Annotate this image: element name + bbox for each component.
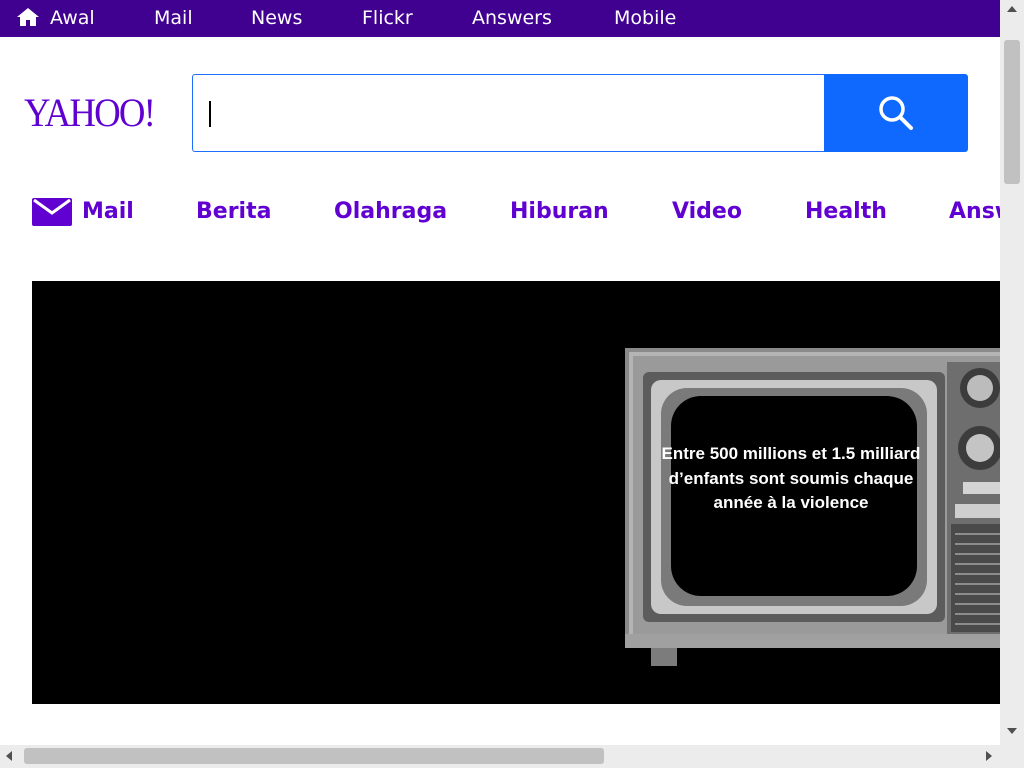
search-box <box>192 74 825 152</box>
vertical-scrollbar-thumb[interactable] <box>1004 40 1020 184</box>
scrollbar-corner <box>1000 745 1024 768</box>
yahoo-logo[interactable]: YAHOO! <box>24 90 156 136</box>
scroll-down-arrow-icon[interactable] <box>1007 728 1017 734</box>
mail-icon[interactable] <box>32 196 72 226</box>
topbar-link-mail[interactable]: Mail <box>154 0 193 37</box>
nav-item-olahraga[interactable]: Olahraga <box>334 192 447 232</box>
video-caption: Entre 500 millions et 1.5 milliard d’enf… <box>661 444 921 512</box>
topbar-link-awal[interactable]: Awal <box>50 0 95 37</box>
nav-item-answers-clip: Answers <box>949 192 1000 232</box>
search-button[interactable] <box>824 74 968 152</box>
topbar-link-answers[interactable]: Answers <box>472 0 552 37</box>
nav-item-mail[interactable]: Mail <box>82 192 134 232</box>
scroll-right-arrow-icon[interactable] <box>986 751 992 761</box>
topbar-link-mobile[interactable]: Mobile <box>614 0 676 37</box>
search-icon <box>879 96 913 130</box>
horizontal-scrollbar-thumb[interactable] <box>24 748 604 764</box>
scroll-left-arrow-icon[interactable] <box>6 751 12 761</box>
text-caret <box>209 101 211 127</box>
nav-item-video[interactable]: Video <box>672 192 742 232</box>
nav-item-health[interactable]: Health <box>805 192 887 232</box>
search-input[interactable] <box>201 75 811 151</box>
topbar-link-flickr[interactable]: Flickr <box>362 0 413 37</box>
nav-item-hiburan[interactable]: Hiburan <box>510 192 609 232</box>
home-icon[interactable] <box>16 7 40 27</box>
topbar-link-news[interactable]: News <box>251 0 302 37</box>
scroll-up-arrow-icon[interactable] <box>1007 6 1017 12</box>
nav-item-answers[interactable]: Answers <box>949 192 1000 232</box>
top-bar: Awal Mail News Flickr Answers Mobile <box>0 0 1000 37</box>
nav-item-berita[interactable]: Berita <box>196 192 271 232</box>
